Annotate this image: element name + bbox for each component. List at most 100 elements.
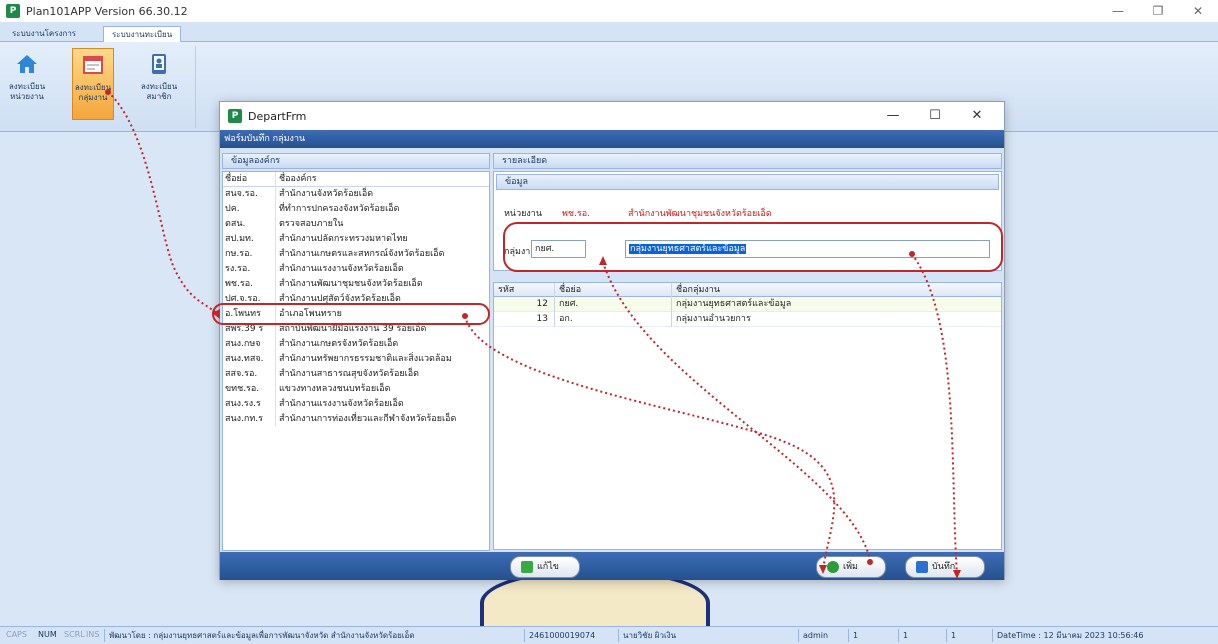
dialog-close-button[interactable]: ✕	[956, 102, 998, 130]
org-abbr: รง.รอ.	[225, 264, 251, 274]
org-abbr: ปค.	[225, 204, 240, 214]
org-name: สำนักงานการท่องเที่ยวและกีฬาจังหวัดร้อยเ…	[275, 412, 489, 427]
org-row[interactable]: สนง.กษจ สำนักงานเกษตรจังหวัดร้อยเอ็ด	[223, 337, 489, 352]
org-abbr: กษ.รอ.	[225, 249, 253, 259]
register-unit-button[interactable]: ลงทะเบียน หน่วยงาน	[6, 48, 48, 120]
grid-cell-id: 12	[536, 299, 548, 309]
add-icon	[827, 561, 839, 573]
dialog-logo-icon: P	[228, 109, 242, 123]
org-list[interactable]: ชื่อย่อ ชื่อองค์กร สนจ.รอ. สำนักงานจังหวั…	[222, 171, 490, 551]
org-row[interactable]: ขทช.รอ. แขวงทางหลวงชนบทร้อยเอ็ด	[223, 382, 489, 397]
org-name: สำนักงานแรงงานจังหวัดร้อยเอ็ด	[275, 262, 489, 277]
tab-registration[interactable]: ระบบงานทะเบียน	[103, 26, 182, 42]
save-button[interactable]: บันทึก	[905, 556, 985, 578]
org-row[interactable]: พช.รอ. สำนักงานพัฒนาชุมชนจังหวัดร้อยเอ็ด	[223, 277, 489, 292]
status-value-3: 1	[946, 629, 990, 642]
developer-info: พัฒนาโดย : กลุ่มงานยุทธศาสตร์และข้อมูลเพ…	[104, 629, 524, 642]
org-row[interactable]: สนง.กท.ร สำนักงานการท่องเที่ยวและกีฬาจังห…	[223, 412, 489, 427]
save-icon	[916, 561, 928, 573]
grid-col-id[interactable]: รหัส	[498, 283, 514, 297]
status-value-1: 1	[848, 629, 896, 642]
depart-form-dialog: P DepartFrm — ☐ ✕ ฟอร์มบันทึก กลุ่มงาน ข…	[219, 101, 1005, 580]
ribbon-group-registration: ลงทะเบียน หน่วยงาน ลงทะเบียน กลุ่มงาน ลง…	[6, 46, 196, 128]
grid-cell-abbr: อก.	[554, 312, 669, 327]
dialog-titlebar: P DepartFrm — ☐ ✕	[220, 102, 1004, 130]
edit-button[interactable]: แก้ไข	[510, 556, 580, 578]
org-name: สำนักงานสาธารณสุขจังหวัดร้อยเอ็ด	[275, 367, 489, 382]
register-group-button[interactable]: ลงทะเบียน กลุ่มงาน	[72, 48, 114, 120]
org-row[interactable]: สสจ.รอ. สำนักงานสาธารณสุขจังหวัดร้อยเอ็ด	[223, 367, 489, 382]
org-col-name[interactable]: ชื่อองค์กร	[275, 172, 489, 186]
tab-projects[interactable]: ระบบงานโครงการ	[4, 26, 84, 42]
org-list-header: ชื่อย่อ ชื่อองค์กร	[223, 172, 489, 187]
grid-col-abbr[interactable]: ชื่อย่อ	[554, 283, 669, 297]
org-row[interactable]: ปค. ที่ทำการปกครองจังหวัดร้อยเอ็ด	[223, 202, 489, 217]
ribbon-tabs: ระบบงานโครงการ ระบบงานทะเบียน	[0, 22, 1218, 42]
app-titlebar: P Plan101APP Version 66.30.12 — ❐ ✕	[0, 0, 1218, 22]
form-body: ข้อมูลองค์กร ชื่อย่อ ชื่อองค์กร สนจ.รอ. ส…	[220, 148, 1004, 552]
window-controls: — ❐ ✕	[1098, 0, 1218, 22]
org-col-abbr[interactable]: ชื่อย่อ	[225, 172, 273, 186]
annotation-group-fields-outline	[503, 222, 1003, 272]
org-name: แขวงทางหลวงชนบทร้อยเอ็ด	[275, 382, 489, 397]
grid-row[interactable]: 13 อก. กลุ่มงานอำนวยการ	[494, 312, 1001, 327]
org-row[interactable]: กษ.รอ. สำนักงานเกษตรและสหกรณ์จังหวัดร้อยเ…	[223, 247, 489, 262]
user-role: admin	[798, 629, 846, 642]
register-member-button[interactable]: ลงทะเบียน สมาชิก	[138, 48, 180, 120]
dialog-controls: — ☐ ✕	[872, 102, 998, 130]
grid-cell-id: 13	[536, 314, 548, 324]
form-icon	[81, 53, 105, 77]
org-abbr: สสจ.รอ.	[225, 369, 258, 379]
org-row[interactable]: สนจ.รอ. สำนักงานจังหวัดร้อยเอ็ด	[223, 187, 489, 202]
org-row[interactable]: สป.มท. สำนักงานปลัดกระทรวงมหาดไทย	[223, 232, 489, 247]
close-button[interactable]: ✕	[1178, 0, 1218, 22]
org-abbr: สนง.กท.ร	[225, 414, 263, 424]
org-abbr: สนจ.รอ.	[225, 189, 258, 199]
caps-indicator: CAPS	[6, 630, 27, 639]
grid-rows: 12 กยศ. กลุ่มงานยุทธศาสตร์และข้อมูล 13 อก. กล…	[494, 297, 1001, 327]
member-icon	[147, 52, 171, 76]
statusbar: CAPS NUM SCRL INS พัฒนาโดย : กลุ่มงานยุท…	[0, 626, 1218, 644]
org-name: สำนักงานพัฒนาชุมชนจังหวัดร้อยเอ็ด	[275, 277, 489, 292]
unit-code: พช.รอ.	[562, 209, 591, 219]
org-abbr: ตสน.	[225, 219, 246, 229]
ins-indicator: INS	[86, 630, 100, 639]
org-name: สำนักงานจังหวัดร้อยเอ็ด	[275, 187, 489, 202]
scrl-indicator: SCRL	[64, 630, 85, 639]
unit-label: หน่วยงาน	[504, 209, 543, 219]
org-panel-header: ข้อมูลองค์กร	[222, 153, 490, 169]
restore-button[interactable]: ❐	[1138, 0, 1178, 22]
org-row[interactable]: สนง.รง.ร สำนักงานแรงงานจังหวัดร้อยเอ็ด	[223, 397, 489, 412]
dialog-footer: แก้ไข เพิ่ม บันทึก	[220, 552, 1004, 580]
unit-name: สำนักงานพัฒนาชุมชนจังหวัดร้อยเอ็ด	[628, 209, 772, 219]
org-row[interactable]: รง.รอ. สำนักงานแรงงานจังหวัดร้อยเอ็ด	[223, 262, 489, 277]
num-indicator: NUM	[38, 630, 57, 639]
group-grid[interactable]: รหัส ชื่อย่อ ชื่อกลุ่มงาน 12 กยศ. กลุ่มงาน…	[493, 282, 1002, 550]
grid-cell-abbr: กยศ.	[554, 297, 669, 312]
grid-cell-name: กลุ่มงานยุทธศาสตร์และข้อมูล	[671, 297, 991, 312]
org-name: สำนักงานเกษตรและสหกรณ์จังหวัดร้อยเอ็ด	[275, 247, 489, 262]
add-button[interactable]: เพิ่ม	[816, 556, 886, 578]
status-value-2: 1	[898, 629, 946, 642]
org-row[interactable]: สนง.ทสจ. สำนักงานทรัพยากรธรรมชาติและสิ่งแ…	[223, 352, 489, 367]
org-abbr: สนง.รง.ร	[225, 399, 261, 409]
home-icon	[15, 52, 39, 76]
detail-panel-header: รายละเอียด	[493, 153, 1002, 169]
dialog-title: DepartFrm	[248, 109, 307, 123]
user-name: นายวิชัย ผิวเงิน	[618, 629, 798, 642]
org-abbr: สป.มท.	[225, 234, 254, 244]
grid-header: รหัส ชื่อย่อ ชื่อกลุ่มงาน	[494, 283, 1001, 297]
org-row[interactable]: ตสน. ตรวจสอบภายใน	[223, 217, 489, 232]
grid-row[interactable]: 12 กยศ. กลุ่มงานยุทธศาสตร์และข้อมูล	[494, 297, 1001, 312]
app-logo-icon: P	[6, 4, 20, 18]
app-title: Plan101APP Version 66.30.12	[26, 4, 188, 18]
dialog-maximize-button[interactable]: ☐	[914, 102, 956, 130]
annotation-selected-org-outline	[212, 303, 490, 325]
grid-col-name[interactable]: ชื่อกลุ่มงาน	[671, 283, 991, 297]
minimize-button[interactable]: —	[1098, 0, 1138, 22]
org-abbr: พช.รอ.	[225, 279, 254, 289]
form-header: ฟอร์มบันทึก กลุ่มงาน	[220, 130, 1004, 148]
org-name: สำนักงานแรงงานจังหวัดร้อยเอ็ด	[275, 397, 489, 412]
detail-box-header: ข้อมูล	[496, 174, 999, 190]
dialog-minimize-button[interactable]: —	[872, 102, 914, 130]
